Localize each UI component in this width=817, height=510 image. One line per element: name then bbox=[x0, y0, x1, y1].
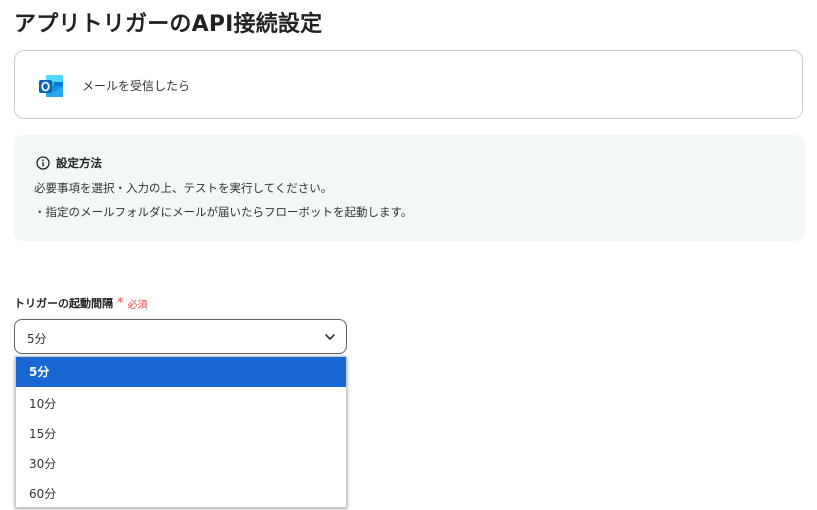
info-heading: 設定方法 bbox=[36, 155, 102, 171]
outlook-icon bbox=[39, 75, 63, 97]
info-title: 設定方法 bbox=[56, 156, 102, 170]
page: アプリトリガーのAPI接続設定 メールを受信したら 設定方法 必要事項を選択・入… bbox=[0, 0, 817, 510]
page-title: アプリトリガーのAPI接続設定 bbox=[14, 12, 323, 37]
app-trigger-label: メールを受信したら bbox=[82, 79, 191, 93]
info-line-2: ・指定のメールフォルダにメールが届いたらフローボットを起動します。 bbox=[34, 205, 413, 219]
trigger-interval-label: トリガーの起動間隔 * 必須 bbox=[14, 295, 148, 311]
trigger-interval-select[interactable]: 5分 bbox=[14, 319, 347, 354]
info-line-1: 必要事項を選択・入力の上、テストを実行してください。 bbox=[34, 181, 333, 195]
info-circle-icon bbox=[36, 156, 50, 170]
dropdown-option-60min[interactable]: 60分 bbox=[16, 479, 346, 509]
required-text: 必須 bbox=[127, 299, 148, 311]
app-trigger-card[interactable]: メールを受信したら bbox=[14, 50, 803, 119]
dropdown-option-10min[interactable]: 10分 bbox=[16, 389, 346, 419]
dropdown-option-30min[interactable]: 30分 bbox=[16, 449, 346, 479]
dropdown-option-5min[interactable]: 5分 bbox=[16, 357, 346, 387]
trigger-interval-selected-value: 5分 bbox=[27, 332, 47, 346]
trigger-interval-dropdown: 5分 10分 15分 30分 60分 bbox=[15, 356, 347, 508]
chevron-down-icon bbox=[325, 334, 335, 340]
dropdown-option-15min[interactable]: 15分 bbox=[16, 419, 346, 449]
trigger-interval-label-text: トリガーの起動間隔 bbox=[14, 297, 113, 310]
required-asterisk: * bbox=[117, 295, 124, 311]
setup-info-box: 設定方法 必要事項を選択・入力の上、テストを実行してください。 ・指定のメールフ… bbox=[14, 135, 805, 241]
